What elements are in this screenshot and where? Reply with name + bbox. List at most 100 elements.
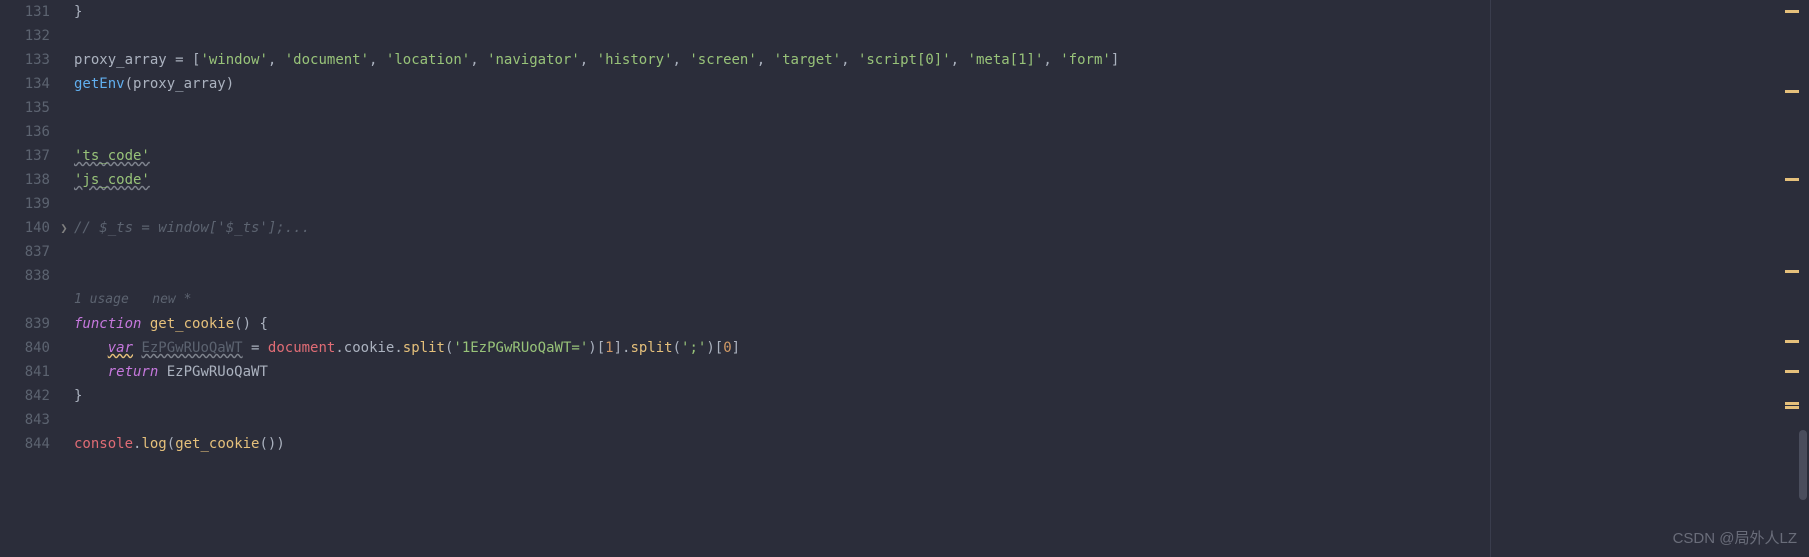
code-line[interactable]: return EzPGwRUoQaWT <box>74 360 1809 384</box>
fold-cell <box>58 408 70 432</box>
property: cookie <box>344 340 395 356</box>
comma: , <box>757 52 774 68</box>
comma: , <box>1043 52 1060 68</box>
line-number-gutter: 1311321331341351361371381391408378388398… <box>0 0 58 557</box>
method: split <box>403 340 445 356</box>
code-line[interactable]: function get_cookie() { <box>74 312 1809 336</box>
space <box>141 316 149 332</box>
paren: ) <box>226 76 234 92</box>
ruler-line <box>1490 0 1491 557</box>
identifier: proxy_array <box>74 52 167 68</box>
operator: = <box>167 52 192 68</box>
fold-cell <box>58 192 70 216</box>
minimap-mark[interactable] <box>1785 90 1799 93</box>
dot: . <box>394 340 402 356</box>
comma: , <box>268 52 285 68</box>
comma: , <box>951 52 968 68</box>
code-line[interactable]: var EzPGwRUoQaWT = document.cookie.split… <box>74 336 1809 360</box>
fold-cell <box>58 264 70 288</box>
string-unused: 'ts_code' <box>74 148 150 164</box>
fold-cell <box>58 24 70 48</box>
string: 'location' <box>386 52 470 68</box>
line-number: 838 <box>0 264 50 288</box>
code-line-folded[interactable]: // $_ts = window['$_ts'];... <box>74 216 1809 240</box>
bracket: ] <box>614 340 622 356</box>
line-number <box>0 288 50 312</box>
line-number: 134 <box>0 72 50 96</box>
code-line[interactable]: } <box>74 0 1809 24</box>
paren: ) <box>588 340 596 356</box>
code-line[interactable] <box>74 120 1809 144</box>
fold-cell <box>58 336 70 360</box>
string: 'screen' <box>689 52 756 68</box>
code-line[interactable] <box>74 240 1809 264</box>
line-number: 137 <box>0 144 50 168</box>
space <box>158 364 166 380</box>
string: 'script[0]' <box>858 52 951 68</box>
string: 'target' <box>774 52 841 68</box>
fold-cell <box>58 360 70 384</box>
line-number: 139 <box>0 192 50 216</box>
operator: = <box>243 340 268 356</box>
paren-brace: () { <box>234 316 268 332</box>
comment: // $_ts = window['$_ts'];... <box>74 220 310 236</box>
line-number: 843 <box>0 408 50 432</box>
paren: () <box>259 436 276 452</box>
code-line[interactable] <box>74 96 1809 120</box>
code-line[interactable]: console.log(get_cookie()) <box>74 432 1809 456</box>
line-number: 138 <box>0 168 50 192</box>
code-line[interactable]: } <box>74 384 1809 408</box>
method: split <box>630 340 672 356</box>
paren: ( <box>167 436 175 452</box>
paren: ( <box>673 340 681 356</box>
function-call: get_cookie <box>175 436 259 452</box>
minimap-mark[interactable] <box>1785 178 1799 181</box>
code-line[interactable] <box>74 24 1809 48</box>
string: 'meta[1]' <box>968 52 1044 68</box>
line-number: 135 <box>0 96 50 120</box>
paren: ) <box>276 436 284 452</box>
line-number: 133 <box>0 48 50 72</box>
code-line[interactable]: 'js_code' <box>74 168 1809 192</box>
fold-cell <box>58 120 70 144</box>
code-line[interactable]: getEnv(proxy_array) <box>74 72 1809 96</box>
scrollbar-thumb[interactable] <box>1799 430 1807 500</box>
code-line[interactable]: proxy_array = ['window', 'document', 'lo… <box>74 48 1809 72</box>
minimap-mark[interactable] <box>1785 402 1799 405</box>
line-number: 840 <box>0 336 50 360</box>
identifier: EzPGwRUoQaWT <box>141 340 242 356</box>
code-line[interactable]: 'ts_code' <box>74 144 1809 168</box>
line-number: 839 <box>0 312 50 336</box>
minimap-mark[interactable] <box>1785 370 1799 373</box>
fold-cell <box>58 384 70 408</box>
code-area[interactable]: } proxy_array = ['window', 'document', '… <box>70 0 1809 557</box>
fold-cell <box>58 168 70 192</box>
identifier: proxy_array <box>133 76 226 92</box>
line-number: 132 <box>0 24 50 48</box>
number: 0 <box>723 340 731 356</box>
line-number: 140 <box>0 216 50 240</box>
keyword: function <box>74 316 141 332</box>
fold-cell <box>58 144 70 168</box>
string: 'navigator' <box>487 52 580 68</box>
code-editor[interactable]: 1311321331341351361371381391408378388398… <box>0 0 1809 557</box>
minimap-mark[interactable] <box>1785 340 1799 343</box>
function-name: get_cookie <box>150 316 234 332</box>
inlay-hint: 1 usage new * <box>74 288 1809 312</box>
function-call: getEnv <box>74 76 125 92</box>
dot: . <box>335 340 343 356</box>
comma: , <box>369 52 386 68</box>
fold-column[interactable]: ❯ <box>58 0 70 557</box>
code-line[interactable] <box>74 264 1809 288</box>
code-line[interactable] <box>74 408 1809 432</box>
paren: ) <box>706 340 714 356</box>
number: 1 <box>605 340 613 356</box>
minimap-mark[interactable] <box>1785 270 1799 273</box>
code-line[interactable] <box>74 192 1809 216</box>
fold-expand-icon[interactable]: ❯ <box>58 216 70 240</box>
line-number: 844 <box>0 432 50 456</box>
comma: , <box>580 52 597 68</box>
line-number: 131 <box>0 0 50 24</box>
minimap-mark[interactable] <box>1785 10 1799 13</box>
bracket: [ <box>597 340 605 356</box>
